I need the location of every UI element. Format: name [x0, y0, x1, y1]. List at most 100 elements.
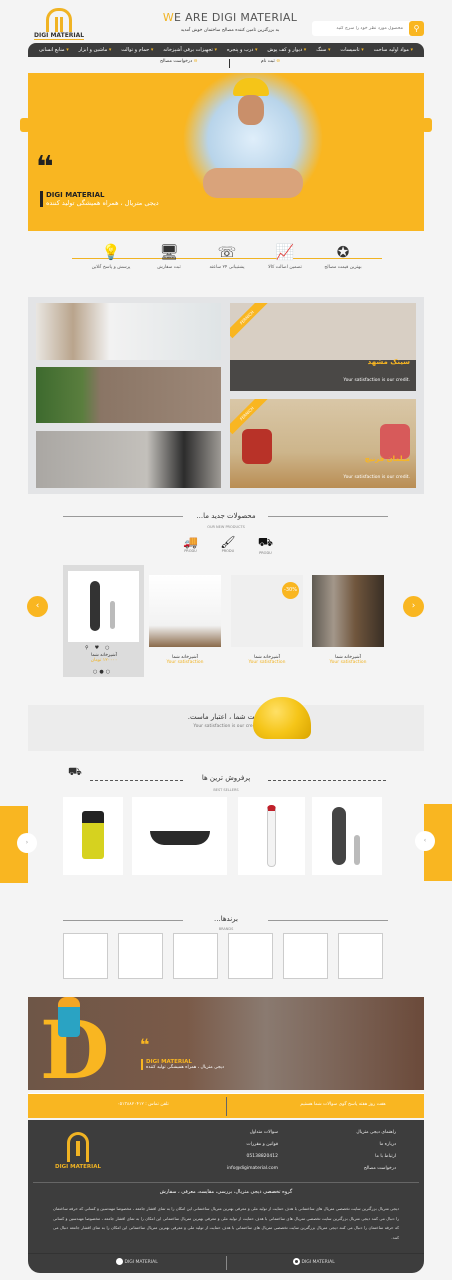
circle-icon: ⊖ — [276, 59, 280, 64]
product-pressure-washer[interactable] — [63, 797, 123, 875]
gallery-image-stone-tile[interactable] — [36, 367, 221, 423]
footer-heading: گروه تخصصی دیجی متریال، بررسی، مقایسه، م… — [159, 1189, 293, 1195]
footer-links-col2: سوالات متداول قوانین و مقررات 0513882041… — [178, 1130, 278, 1178]
product-image-chair[interactable] — [149, 575, 221, 647]
arms-image — [203, 168, 303, 198]
footer-banner-text: دیجی متریال ، همراه همیشگی تولید کننده — [146, 1065, 224, 1070]
contact-phone[interactable]: تلفن تماس : ۰۵۱۳۸۸۲۰۴۱۲ — [88, 1102, 198, 1107]
footer-link[interactable]: درباره ما — [296, 1142, 396, 1147]
request-materials-link[interactable]: ⊖ درخواست مصالح — [160, 59, 197, 68]
logo-text: DIGI MATERIAL — [55, 1164, 101, 1170]
instagram-link[interactable]: DIGI MATERIAL — [293, 1258, 335, 1265]
footer-link[interactable]: ارتباط با ما — [296, 1154, 396, 1159]
pagination-dots[interactable]: ○●○ — [93, 669, 112, 675]
product-trimmer[interactable] — [312, 797, 382, 875]
brand-logo[interactable] — [173, 933, 218, 979]
brand-logo[interactable] — [228, 933, 273, 979]
monitor-icon: 🖥 — [159, 243, 179, 261]
cart-icon[interactable]: ○ — [105, 645, 109, 651]
brand-logo[interactable] — [283, 933, 328, 979]
paint-roller-icon: 🖌 — [220, 535, 236, 549]
nav-item[interactable]: مواد اولیه ساخت — [374, 47, 413, 53]
telegram-link[interactable]: DIGI MATERIAL — [116, 1258, 158, 1265]
divider — [268, 780, 386, 781]
divider — [268, 516, 388, 517]
category-concrete-truck[interactable]: 🚚 PRODU — [183, 535, 198, 555]
footer-banner: D ❝ DIGI MATERIAL دیجی متریال ، همراه هم… — [28, 997, 424, 1090]
gallery-title: مبلمان فرنیچ — [364, 455, 410, 463]
gallery-card-sink[interactable]: FERNICH سینک مشهد Your satisfaction is ou… — [230, 303, 416, 391]
product-caption: آشپزخانه شما Your satisfaction — [248, 655, 286, 665]
register-link[interactable]: ⊖ ثبت نام — [261, 59, 280, 68]
product-image-trimmer — [68, 571, 139, 642]
footer-link[interactable]: سوالات متداول — [178, 1130, 278, 1135]
carousel-next-button[interactable]: › — [403, 596, 424, 617]
footer-link[interactable]: قوانین و مقررات — [178, 1142, 278, 1147]
section-subtitle: OUR NEW PRODUCTS — [207, 525, 245, 529]
footer-phone[interactable]: 05138820412 — [178, 1154, 279, 1159]
divider — [226, 1097, 227, 1116]
site-subtitle: به بزرگترین تامین کننده مصالح ساختمان خو… — [180, 28, 280, 33]
brand-logo[interactable] — [338, 933, 383, 979]
brand-logo[interactable] — [63, 933, 108, 979]
logo[interactable]: DIGI MATERIAL — [34, 8, 84, 40]
quote-icon: ❝ — [36, 150, 54, 185]
nav-item[interactable]: تاسیسات — [340, 47, 363, 53]
hero-next-arrow[interactable] — [422, 118, 432, 132]
chair-image — [242, 429, 272, 464]
zoom-icon[interactable]: ⚲ — [85, 645, 89, 651]
product-caption: آشپزخانه شما Your satisfaction — [329, 655, 367, 665]
gallery-image-wood-floor[interactable] — [36, 431, 221, 488]
divider — [63, 516, 183, 517]
section-title: محصولات جدید ما... — [196, 512, 256, 520]
brands-section: برندها... BRANDS — [0, 900, 452, 985]
best-prev-button[interactable]: › — [17, 833, 37, 853]
hero-banner[interactable]: ❝ DIGI MATERIAL دیجی متریال ، همراه همیش… — [20, 73, 432, 231]
product-wok-pan[interactable] — [132, 797, 227, 875]
section-title: پرفروش ترین ها — [201, 774, 251, 782]
gallery: FERNICH سینک مشهد Your satisfaction is ou… — [28, 297, 424, 494]
brand-logo[interactable] — [118, 933, 163, 979]
gallery-title: سینک مشهد — [367, 358, 410, 366]
footer-email[interactable]: info@digimaterial.com — [178, 1166, 278, 1171]
nav-item[interactable]: تجهیزات برقی آشپزخانه — [163, 47, 217, 53]
search-icon: ⚲ — [413, 24, 420, 33]
nav-item[interactable]: دیوار و کف پوش — [267, 47, 306, 53]
search-box: ⚲ — [312, 21, 424, 36]
footer-logo: DIGI MATERIAL — [48, 1132, 108, 1170]
product-hand-blender[interactable] — [238, 797, 305, 875]
heart-icon[interactable]: ♥ — [95, 645, 99, 651]
search-button[interactable]: ⚲ — [409, 21, 424, 36]
gallery-image-seal-chair[interactable] — [36, 303, 221, 360]
site-tagline: WE ARE DIGI MATERIAL — [162, 11, 298, 24]
nav-item[interactable]: منابع انسانی — [39, 47, 69, 53]
discount-badge: -30% — [282, 582, 299, 599]
logo-icon — [46, 8, 72, 32]
product-card-active[interactable]: ⚲ ♥ ○ آشپزخانه شما ۱۲۰۰۰۰ تومان ○●○ — [63, 565, 144, 677]
best-sellers-section: ⛟ پرفروش ترین ها BEST SELLERS › ‹ — [0, 690, 452, 890]
footer-link[interactable]: درخواست مصالح — [296, 1166, 396, 1171]
feature-order: 🖥 ثبت سفارش — [140, 243, 198, 270]
product-image-city[interactable] — [312, 575, 384, 647]
nav-item[interactable]: ماشین و ابزار — [79, 47, 112, 53]
nav-item[interactable]: درب و پنجره — [227, 47, 258, 53]
product-caption: آشپزخانه شما Your satisfaction — [166, 655, 204, 665]
cement-mixer-icon: ⛟ — [257, 535, 273, 549]
best-next-button[interactable]: ‹ — [415, 831, 435, 851]
chart-growth-icon: 📈 — [275, 243, 295, 261]
nav-item[interactable]: سنگ — [316, 47, 330, 53]
truck-icon: 🚚 — [183, 535, 198, 549]
main-nav: مواد اولیه ساخت تاسیسات سنگ دیوار و کف پوش د… — [28, 43, 424, 57]
nav-item[interactable]: حمام و توالت — [121, 47, 153, 53]
category-paint-roller[interactable]: 🖌 PRODU — [220, 535, 235, 555]
category-cement-mixer[interactable]: ⛟ PRODU — [258, 535, 273, 555]
search-input[interactable] — [315, 23, 403, 34]
hero-text: دیجی متریال ، همراه همیشگی تولید کننده — [46, 199, 159, 207]
divider — [226, 1256, 227, 1270]
product-image-blank[interactable]: -30% — [231, 575, 303, 647]
quote-icon: ❝ — [140, 1035, 150, 1054]
hero-prev-arrow[interactable] — [20, 118, 30, 132]
carousel-prev-button[interactable]: ‹ — [27, 596, 48, 617]
gallery-card-furniture[interactable]: FERNICH مبلمان فرنیچ Your satisfaction is… — [230, 399, 416, 488]
footer-link[interactable]: راهنمای دیجی متریال — [296, 1130, 396, 1135]
